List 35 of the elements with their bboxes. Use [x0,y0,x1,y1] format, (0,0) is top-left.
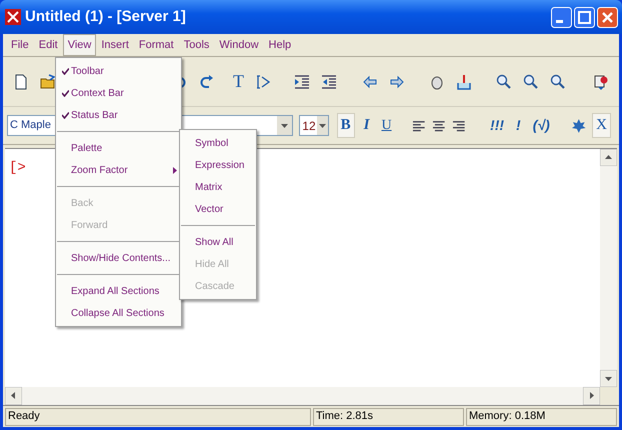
menu-item[interactable]: Show All [180,231,256,253]
menu-item[interactable]: Context Bar [56,82,181,104]
font-size-field[interactable]: 12 [299,115,329,136]
menu-item[interactable]: Matrix [180,176,256,198]
menu-item[interactable]: Vector [180,198,256,220]
menu-item[interactable]: Collapse All Sections [56,302,181,324]
bold-button[interactable]: B [336,113,355,138]
underline-button[interactable]: U [378,115,395,136]
status-field: Memory: 0.18M [466,408,617,426]
menu-item[interactable]: Status Bar [56,104,181,126]
evaluate-button[interactable]: !!! [487,115,508,136]
menu-item[interactable]: Expression [180,154,256,176]
menu-item[interactable]: Palette [56,137,181,159]
italic-button[interactable]: I [360,114,372,137]
menu-item[interactable]: Toolbar [56,60,181,82]
menu-item[interactable]: Expand All Sections [56,280,181,302]
evaluate-button[interactable]: ! [513,115,524,136]
window-title: Untitled (1) - [Server 1] [25,6,187,27]
menu-bar-item[interactable]: Edit [34,34,63,56]
menu-item[interactable]: Zoom Factor [56,159,181,181]
menu-bar-item[interactable]: Format [134,34,179,56]
status-field: Time: 2.81s [312,408,464,426]
menu-item[interactable]: Show/Hide Contents... [56,247,181,269]
menu-bar-item[interactable]: Help [264,34,296,56]
text-mode-button[interactable]: T [233,68,244,95]
menu-item[interactable]: Symbol [180,132,256,154]
status-field: Ready [5,408,311,426]
menu-bar-item[interactable]: View [62,34,96,56]
menu-bar-item[interactable]: Insert [96,34,134,56]
input-prompt: [> [9,160,26,176]
math-mode-button[interactable]: X [592,113,611,138]
menu-bar-item[interactable]: Tools [178,34,214,56]
menu-bar-item[interactable]: File [6,34,34,56]
menu-bar-item[interactable]: Window [214,34,264,56]
evaluate-button[interactable]: (√) [530,115,553,136]
